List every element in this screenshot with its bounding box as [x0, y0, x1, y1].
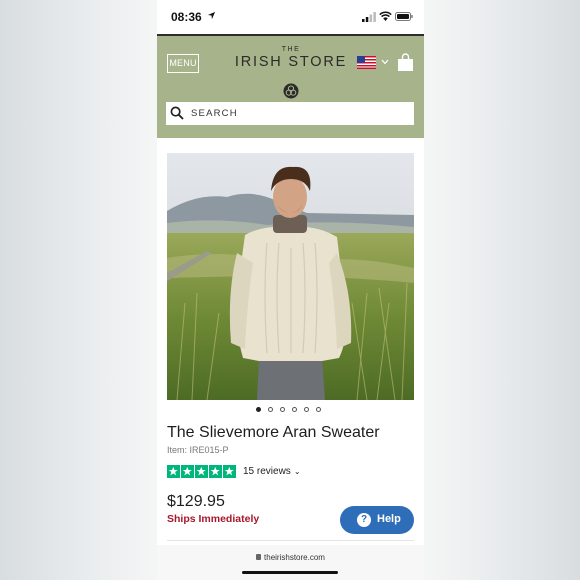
star-icon [181, 465, 194, 478]
shopping-bag-icon[interactable] [397, 53, 414, 71]
carousel-dot[interactable] [292, 407, 297, 412]
phone-screen: 08:36 MENU THE IRISH STORE SEARCH The Sl… [157, 0, 424, 580]
shipping-status: Ships Immediately [167, 513, 260, 525]
location-arrow-icon [207, 11, 216, 20]
browser-url-bar[interactable]: theirishstore.com [157, 545, 424, 580]
logo-the-text: THE [281, 46, 301, 53]
chevron-down-icon[interactable] [381, 59, 389, 65]
wifi-icon [379, 11, 392, 21]
star-icon [223, 465, 236, 478]
lock-icon [256, 554, 262, 560]
status-bar: 08:36 [157, 0, 424, 34]
celtic-knot-icon [283, 83, 299, 99]
search-input[interactable] [191, 102, 406, 125]
search-bar[interactable] [166, 102, 414, 125]
product-title: The Slievemore Aran Sweater [167, 424, 380, 441]
url-display[interactable]: theirishstore.com [157, 553, 424, 562]
carousel-dot[interactable] [304, 407, 309, 412]
site-header: MENU THE IRISH STORE [157, 34, 424, 138]
carousel-dot[interactable] [256, 407, 261, 412]
menu-button[interactable]: MENU [167, 54, 199, 73]
store-logo[interactable]: THE IRISH STORE [232, 46, 350, 99]
battery-icon [395, 12, 413, 21]
carousel-dots [256, 406, 326, 414]
product-image[interactable] [167, 153, 414, 400]
home-indicator[interactable] [242, 571, 338, 574]
url-text: theirishstore.com [264, 553, 325, 562]
us-flag-icon[interactable] [357, 56, 376, 69]
help-button[interactable]: ? Help [340, 506, 414, 534]
product-price: $129.95 [167, 493, 225, 510]
star-icon [195, 465, 208, 478]
help-label: Help [377, 513, 401, 525]
status-time: 08:36 [171, 10, 202, 24]
logo-name-text: IRISH STORE [234, 54, 348, 70]
carousel-dot[interactable] [268, 407, 273, 412]
divider [167, 540, 414, 541]
search-icon [170, 106, 184, 120]
item-code: Item: IRE015-P [167, 445, 229, 455]
star-icon [167, 465, 180, 478]
carousel-dot[interactable] [316, 407, 321, 412]
cellular-signal-icon [362, 12, 376, 22]
star-icon [209, 465, 222, 478]
carousel-dot[interactable] [280, 407, 285, 412]
reviews-count: 15 reviews [243, 466, 291, 477]
question-icon: ? [357, 513, 371, 527]
rating-stars[interactable] [167, 465, 237, 478]
reviews-link[interactable]: 15 reviews ⌄ [243, 466, 301, 477]
chevron-down-icon: ⌄ [293, 467, 301, 476]
